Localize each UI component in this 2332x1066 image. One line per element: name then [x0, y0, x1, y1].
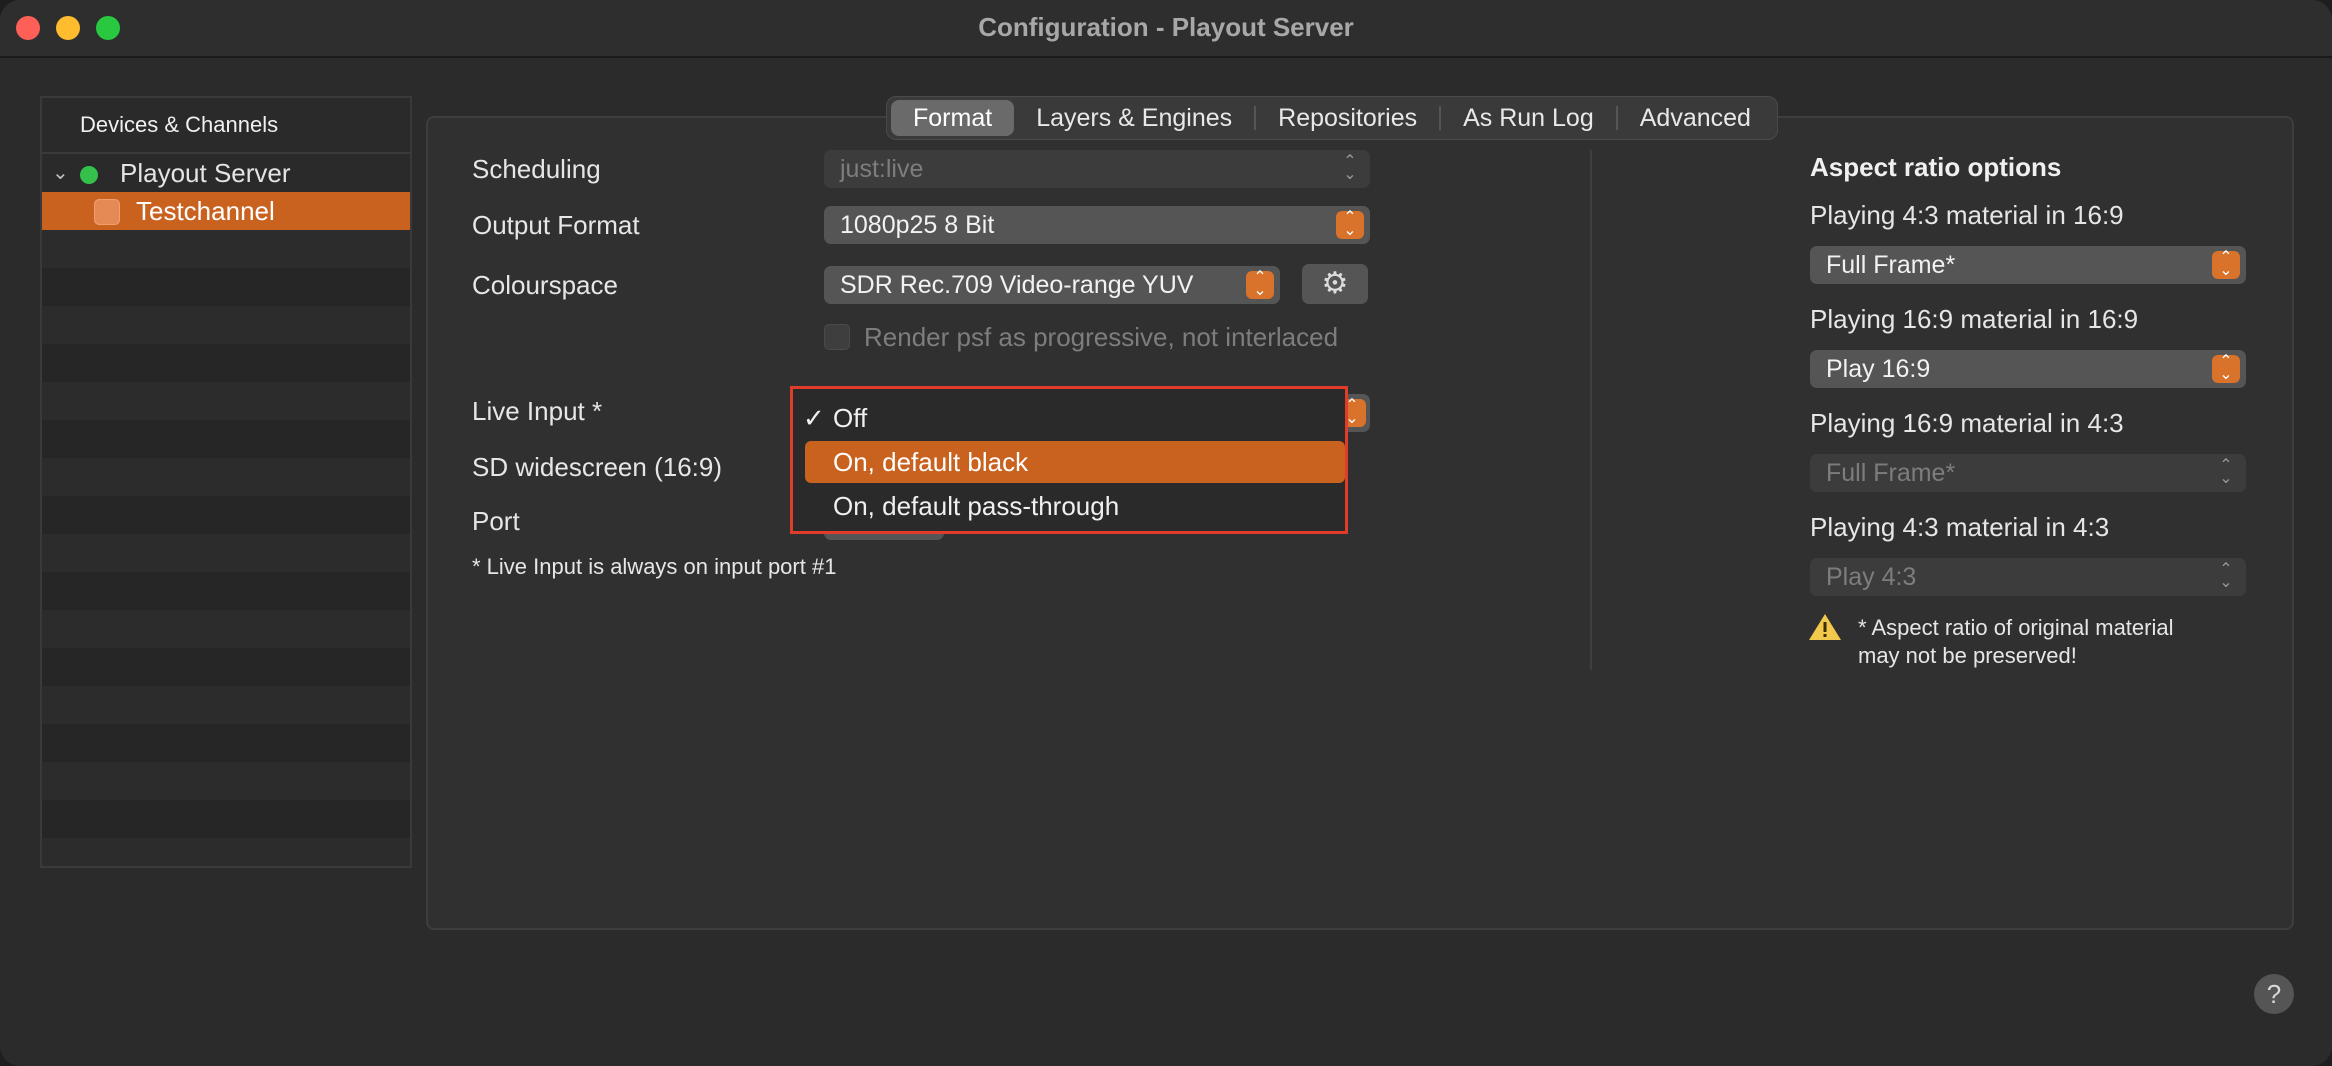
colourspace-value: SDR Rec.709 Video-range YUV [840, 271, 1194, 299]
output-format-select[interactable]: 1080p25 8 Bit ⌃ ⌄ [824, 206, 1370, 244]
up-down-chevron-icon: ⌃ ⌄ [2212, 354, 2240, 383]
gear-icon: ⚙ [1321, 267, 1349, 300]
list-row-empty [42, 496, 410, 534]
aspect-16-9-in-4-3-select: Full Frame* ⌃ ⌄ [1810, 454, 2246, 492]
tab-repositories[interactable]: Repositories [1256, 100, 1439, 136]
popup-item-on-default-pass-through[interactable]: On, default pass-through [805, 485, 1345, 527]
port-label: Port [472, 506, 520, 536]
list-row-empty [42, 572, 410, 610]
help-button[interactable]: ? [2254, 974, 2294, 1014]
panel-divider [1590, 150, 1592, 670]
popup-item-label: On, default pass-through [833, 491, 1120, 521]
list-row-empty [42, 306, 410, 344]
tree-item-label: Testchannel [136, 196, 275, 226]
aspect-warning-text: * Aspect ratio of original material may … [1858, 615, 2174, 668]
aspect-option-label: Playing 16:9 material in 4:3 [1810, 408, 2124, 438]
tab-as-run-log[interactable]: As Run Log [1441, 100, 1616, 136]
scheduling-label: Scheduling [472, 154, 601, 184]
live-input-label: Live Input * [472, 396, 603, 426]
tree-item-testchannel[interactable]: Testchannel [42, 192, 410, 230]
channel-checkbox[interactable] [94, 199, 120, 225]
list-row-empty [42, 838, 410, 866]
scheduling-select: just:live ⌃ ⌄ [824, 150, 1370, 188]
list-row-empty [42, 268, 410, 306]
tree-item-playout-server[interactable]: ⌄ Playout Server [42, 154, 410, 192]
list-row-empty [42, 344, 410, 382]
tab-layers-engines[interactable]: Layers & Engines [1014, 100, 1254, 136]
colourspace-label: Colourspace [472, 270, 618, 300]
popup-item-on-default-black[interactable]: On, default black [805, 441, 1345, 483]
up-down-chevron-icon: ⌃ ⌄ [1336, 210, 1364, 239]
list-row-empty [42, 648, 410, 686]
window-title: Configuration - Playout Server [978, 12, 1354, 42]
checkmark-icon: ✓ [803, 403, 825, 433]
aspect-option-label: Playing 4:3 material in 4:3 [1810, 512, 2110, 542]
popup-item-label: Off [833, 403, 868, 433]
colourspace-settings-button[interactable]: ⚙ [1302, 264, 1368, 304]
aspect-option-value: Full Frame* [1826, 251, 1956, 279]
up-down-chevron-icon: ⌃ ⌄ [2219, 457, 2233, 487]
tab-advanced[interactable]: Advanced [1618, 100, 1773, 136]
list-row-empty [42, 420, 410, 458]
output-format-label: Output Format [472, 210, 640, 240]
list-row-empty [42, 230, 410, 268]
up-down-chevron-icon: ⌃ ⌄ [1246, 270, 1274, 299]
list-row-empty [42, 800, 410, 838]
tab-bar: Format Layers & Engines Repositories As … [886, 96, 1778, 140]
chevron-down-icon[interactable]: ⌄ [52, 154, 69, 192]
up-down-chevron-icon: ⌃ ⌄ [1343, 153, 1357, 183]
popup-item-label: On, default black [833, 447, 1029, 477]
list-row-empty [42, 686, 410, 724]
aspect-option-label: Playing 4:3 material in 16:9 [1810, 200, 2124, 230]
aspect-option-value: Play 16:9 [1826, 355, 1931, 383]
render-psf-checkbox[interactable] [824, 324, 850, 350]
warning-icon [1809, 614, 1841, 640]
list-row-empty [42, 534, 410, 572]
configuration-window: Configuration - Playout Server Devices &… [0, 0, 2332, 1066]
aspect-4-3-in-4-3-select: Play 4:3 ⌃ ⌄ [1810, 558, 2246, 596]
aspect-16-9-in-16-9-select[interactable]: Play 16:9 ⌃ ⌄ [1810, 350, 2246, 388]
sd-widescreen-label: SD widescreen (16:9) [472, 452, 722, 482]
title-bar: Configuration - Playout Server [0, 0, 2332, 58]
tab-format[interactable]: Format [891, 100, 1015, 136]
list-row-empty [42, 458, 410, 496]
devices-sidebar: Devices & Channels ⌄ Playout Server Test… [40, 96, 412, 868]
live-input-note: * Live Input is always on input port #1 [472, 554, 837, 579]
status-dot-icon [80, 166, 98, 184]
render-psf-label: Render psf as progressive, not interlace… [864, 322, 1339, 352]
list-row-empty [42, 724, 410, 762]
up-down-chevron-icon: ⌃ ⌄ [2219, 561, 2233, 591]
list-row-empty [42, 762, 410, 800]
sidebar-header: Devices & Channels [42, 98, 410, 154]
aspect-option-label: Playing 16:9 material in 16:9 [1810, 304, 2139, 334]
aspect-ratio-title: Aspect ratio options [1810, 152, 2062, 182]
list-row-empty [42, 382, 410, 420]
aspect-4-3-in-16-9-select[interactable]: Full Frame* ⌃ ⌄ [1810, 246, 2246, 284]
aspect-option-value: Full Frame* [1826, 459, 1956, 487]
live-input-popup-menu: ✓ Off On, default black On, default pass… [790, 386, 1348, 534]
list-row-empty [42, 610, 410, 648]
tree-item-label: Playout Server [120, 158, 291, 188]
colourspace-select[interactable]: SDR Rec.709 Video-range YUV ⌃ ⌄ [824, 266, 1280, 304]
aspect-option-value: Play 4:3 [1826, 563, 1917, 591]
output-format-value: 1080p25 8 Bit [840, 211, 995, 239]
popup-item-off[interactable]: ✓ Off [803, 397, 1345, 439]
scheduling-value: just:live [840, 155, 924, 183]
up-down-chevron-icon: ⌃ ⌄ [2212, 250, 2240, 279]
